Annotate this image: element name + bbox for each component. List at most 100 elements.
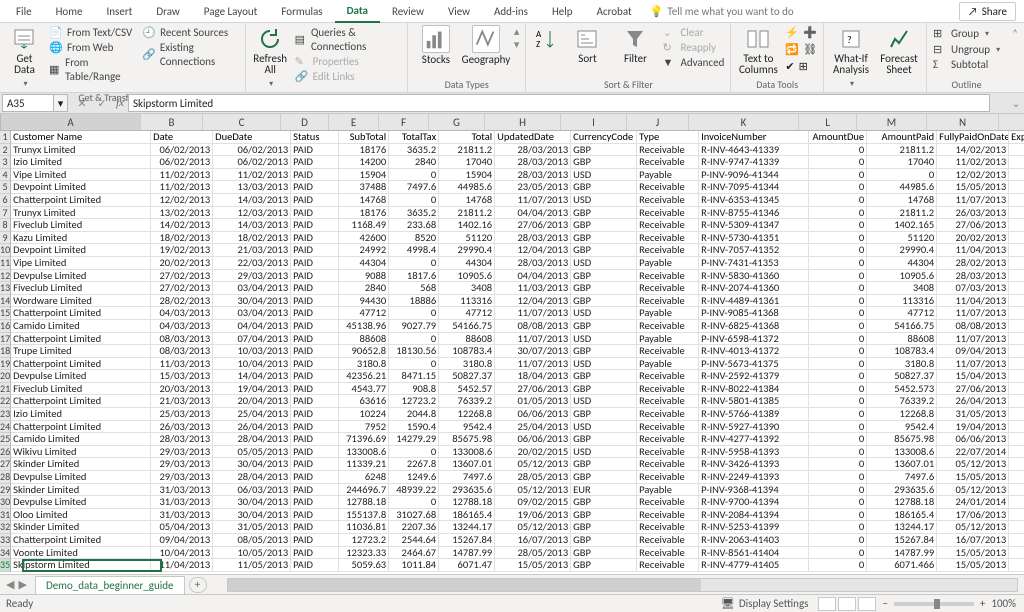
cell[interactable]: 12/02/2013 [151,194,213,207]
cell[interactable]: 3408 [439,282,495,295]
cell[interactable]: 18130.56 [389,345,439,358]
cell[interactable]: 04/04/2013 [495,270,571,283]
cell[interactable]: Chatterpoint Limited [11,307,151,320]
cell[interactable]: 17/06/2013 [937,509,1009,522]
cell[interactable]: 09/04/2013 [151,534,213,547]
cell[interactable]: 13244.17 [439,521,495,534]
cell[interactable]: 31/05/2013 [937,408,1009,421]
cell[interactable]: Trunyx Limited [11,207,151,220]
normal-view-button[interactable] [818,597,836,611]
cell[interactable]: GBP [571,471,637,484]
cell[interactable]: 11/02/2013 [151,169,213,182]
cell[interactable]: 12/04/2013 [495,295,571,308]
cell[interactable]: PAID [291,433,339,446]
cell[interactable]: 133008.6 [439,446,495,459]
cell[interactable]: 16/07/2013 [495,534,571,547]
cell[interactable]: GBP [571,509,637,522]
cell[interactable]: 15904 [339,169,389,182]
cell[interactable]: 47712 [439,307,495,320]
cell[interactable]: 2544.64 [389,534,439,547]
cell[interactable]: 11/04/2013 [937,244,1009,257]
cell[interactable]: Izio Limited [11,156,151,169]
cell[interactable] [1009,156,1024,169]
cell[interactable]: 51120 [867,232,937,245]
cell[interactable]: 15/05/2013 [937,471,1009,484]
display-settings-button[interactable]: 🖥Display Settings [721,597,809,610]
cell[interactable]: 0 [867,169,937,182]
cell[interactable]: 2840 [339,282,389,295]
cell[interactable]: 20/02/2013 [151,257,213,270]
cell[interactable]: Camido Limited [11,433,151,446]
cell[interactable]: PAID [291,559,339,572]
forecast-sheet-button[interactable]: Forecast Sheet [878,25,920,75]
cell[interactable] [1009,509,1024,522]
cell[interactable]: 12323.33 [339,547,389,560]
formula-bar[interactable]: Skipstorm Limited [128,94,990,112]
row-header[interactable]: 13 [0,282,10,295]
header-cell[interactable]: AmountDue [809,131,867,144]
cell[interactable]: PAID [291,257,339,270]
cell[interactable] [1009,219,1024,232]
header-cell[interactable]: InvoiceNumber [699,131,809,144]
cell[interactable]: PAID [291,421,339,434]
header-cell[interactable]: ExpectedPa [1009,131,1024,144]
cell[interactable]: PAID [291,270,339,283]
cell[interactable]: 15/04/2013 [937,370,1009,383]
cell[interactable] [1009,207,1024,220]
cell[interactable]: 12788.18 [339,496,389,509]
cell[interactable]: 04/04/2013 [213,320,291,333]
cell[interactable]: 233.68 [389,219,439,232]
cell[interactable]: 12723.2 [389,395,439,408]
cell[interactable]: 1402.165 [867,219,937,232]
cell[interactable]: P-INV-6598-41372 [699,333,809,346]
cell[interactable]: 0 [389,496,439,509]
cell[interactable] [1009,383,1024,396]
cell[interactable]: 0 [809,207,867,220]
spreadsheet-grid[interactable]: ABCDEFGHIJKLMNOPQ 1234567891011121314151… [0,114,1024,574]
header-cell[interactable]: DueDate [213,131,291,144]
cell[interactable]: 30/04/2013 [213,295,291,308]
cell[interactable]: 22/07/2014 [937,446,1009,459]
cell[interactable]: 28/03/2013 [495,257,571,270]
header-cell[interactable]: Type [637,131,699,144]
cell[interactable]: 21/03/2013 [213,244,291,257]
cell[interactable] [1009,484,1024,497]
cell[interactable]: 08/05/2013 [213,534,291,547]
tab-home[interactable]: Home [44,1,95,22]
cell[interactable]: 1817.6 [389,270,439,283]
cell[interactable]: 0 [809,156,867,169]
row-header[interactable]: 6 [0,194,10,207]
cell[interactable]: P-INV-5673-41375 [699,358,809,371]
cell[interactable]: 28/03/2013 [495,156,571,169]
cell[interactable]: 31/03/2013 [151,509,213,522]
cell[interactable]: 1249.6 [389,471,439,484]
zoom-in-button[interactable]: + [980,597,985,610]
cell[interactable]: 22/03/2013 [213,257,291,270]
cell[interactable]: 51120 [439,232,495,245]
row-header[interactable]: 16 [0,320,10,333]
cell[interactable]: 20/02/2015 [495,446,571,459]
cell[interactable]: Trunyx Limited [11,144,151,157]
cell[interactable]: 2464.67 [389,547,439,560]
cell[interactable]: Skinder Limited [11,521,151,534]
row-header[interactable]: 18 [0,345,10,358]
cell[interactable]: 54166.75 [867,320,937,333]
cell[interactable]: 908.8 [389,383,439,396]
cell[interactable]: PAID [291,547,339,560]
cell[interactable]: Trupe Limited [11,345,151,358]
ungroup-button[interactable]: ⊟Ungroup [933,42,1000,57]
cell[interactable]: 31/05/2013 [213,521,291,534]
row-header[interactable]: 30 [0,496,10,509]
enter-formula-button[interactable]: ✓ [92,94,112,112]
cell[interactable]: Payable [637,307,699,320]
cell[interactable]: 15904 [439,169,495,182]
cell[interactable]: 07/03/2013 [937,282,1009,295]
cell[interactable]: 47712 [867,307,937,320]
cell[interactable]: Chatterpoint Limited [11,358,151,371]
cell[interactable]: R-INV-6353-41345 [699,194,809,207]
cell[interactable] [1009,408,1024,421]
cell[interactable]: 0 [809,244,867,257]
cell[interactable]: 0 [809,521,867,534]
cell[interactable]: 0 [389,446,439,459]
remove-duplicates-icon[interactable]: 🔁 [785,43,799,56]
